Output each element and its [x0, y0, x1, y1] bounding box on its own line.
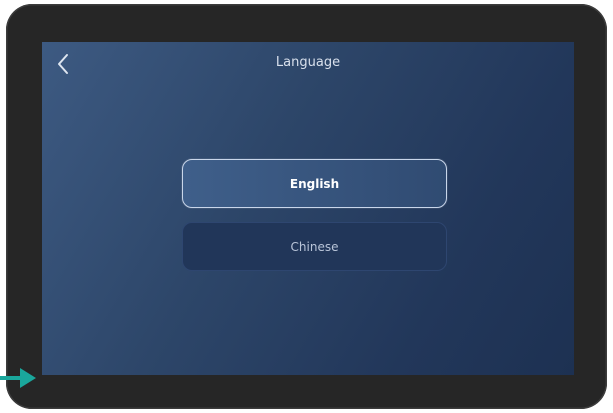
- language-option-chinese[interactable]: Chinese: [182, 222, 447, 271]
- device-bezel: Language English Chinese: [6, 4, 607, 409]
- language-option-label: English: [289, 176, 340, 191]
- screen: Language English Chinese: [42, 42, 574, 375]
- language-option-english[interactable]: English: [182, 159, 447, 208]
- page-title: Language: [275, 55, 341, 70]
- language-option-label: Chinese: [290, 239, 339, 254]
- arrow-right-icon: [0, 368, 36, 388]
